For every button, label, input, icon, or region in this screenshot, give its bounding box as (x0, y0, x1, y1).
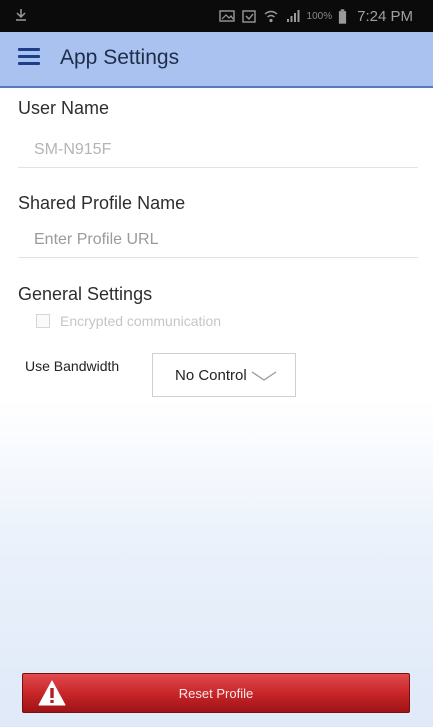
shared-profile-label: Shared Profile Name (18, 193, 186, 213)
general-settings-label: General Settings (18, 284, 153, 304)
warning-icon (38, 680, 66, 706)
app-bar: App Settings (0, 32, 433, 88)
status-time: 7:24 PM (357, 7, 413, 25)
encrypted-communication-option[interactable]: Encrypted communication (36, 313, 221, 329)
reset-profile-button[interactable]: Reset Profile (22, 673, 410, 713)
reset-profile-label: Reset Profile (178, 685, 254, 701)
battery-icon (339, 8, 347, 24)
wifi-icon (264, 10, 277, 23)
calendar-icon (241, 10, 256, 23)
encrypted-communication-label: Encrypted communication (60, 313, 222, 329)
status-bar: 100% 7:24 PM (0, 0, 433, 32)
bandwidth-label: Use Bandwidth (25, 358, 120, 374)
encrypted-communication-checkbox[interactable] (36, 314, 50, 328)
user-name-label: User Name (18, 98, 110, 118)
chevron-down-icon (251, 371, 277, 381)
hamburger-menu-icon[interactable] (18, 48, 42, 68)
image-icon (218, 10, 235, 22)
bandwidth-dropdown[interactable]: No Control (152, 353, 296, 397)
page-title: App Settings (60, 46, 180, 69)
user-name-field[interactable] (18, 132, 418, 168)
battery-percent: 100% (306, 10, 333, 22)
signal-icon (286, 10, 300, 22)
notification-icon (16, 9, 26, 21)
profile-url-input[interactable] (18, 222, 418, 258)
bandwidth-selected-value: No Control (175, 366, 247, 384)
